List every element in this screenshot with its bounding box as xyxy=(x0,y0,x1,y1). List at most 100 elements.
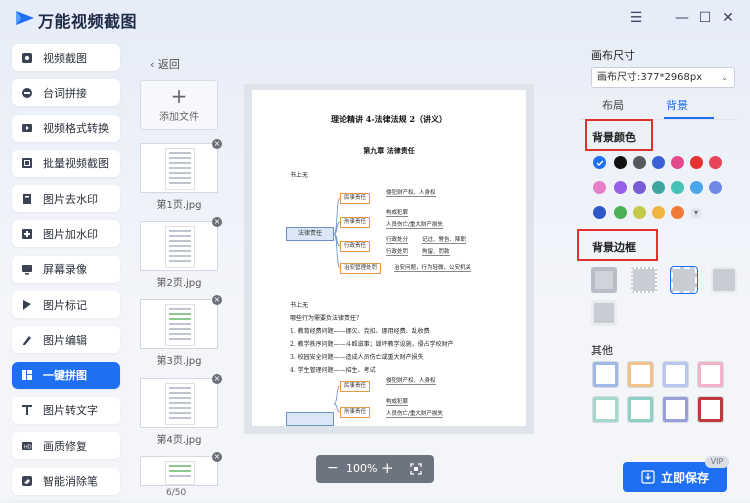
canvas-preview: 理论精讲 4-法律法规 2（讲义） 第九章 法律责任 书上无 法律责任 民事责任… xyxy=(252,90,526,426)
color-swatch[interactable] xyxy=(633,206,646,219)
frame-option[interactable] xyxy=(627,361,654,388)
minimize-button[interactable]: — xyxy=(672,8,692,28)
sidebar-item-batch-screenshot[interactable]: 批量视频截图 xyxy=(12,149,120,177)
sidebar-item-eraser[interactable]: 智能消除笔 xyxy=(12,467,120,495)
mindmap-root xyxy=(286,412,334,426)
more-colors-icon[interactable]: ▾ xyxy=(690,207,702,219)
bg-border-label: 背景边框 xyxy=(592,241,636,254)
sidebar-item-remove-watermark[interactable]: 图片去水印 xyxy=(12,185,120,213)
color-swatch[interactable] xyxy=(593,206,606,219)
frame-option[interactable] xyxy=(592,361,619,388)
menu-icon[interactable]: ☰ xyxy=(626,8,646,28)
border-style-option[interactable] xyxy=(711,267,737,293)
screen-record-icon xyxy=(20,262,34,276)
sidebar-item-image-edit[interactable]: 图片编辑 xyxy=(12,326,120,354)
tab-background[interactable]: 背景 xyxy=(666,97,688,113)
mindmap-node: 民事责任 xyxy=(340,193,371,204)
frame-option[interactable] xyxy=(697,361,724,388)
color-swatch-selected[interactable] xyxy=(593,156,606,169)
color-swatch[interactable] xyxy=(690,181,703,194)
color-swatch[interactable] xyxy=(614,156,627,169)
sidebar-item-video-convert[interactable]: 视频格式转换 xyxy=(12,114,120,142)
page-caption: 第1页.jpg xyxy=(156,200,202,211)
frame-option[interactable] xyxy=(662,361,689,388)
color-swatch[interactable] xyxy=(633,181,646,194)
sidebar-item-label: 图片标记 xyxy=(43,298,87,312)
page-counter: 6/50 xyxy=(166,488,187,498)
sidebar-item-label: 图片编辑 xyxy=(43,333,87,347)
mindmap-root: 法律责任 xyxy=(286,227,334,241)
page-caption: 第3页.jpg xyxy=(156,356,202,367)
sidebar-item-subtitle-stitch[interactable]: 台词拼接 xyxy=(12,79,120,107)
color-swatch[interactable] xyxy=(652,206,665,219)
plus-icon: + xyxy=(170,84,188,108)
fit-screen-icon[interactable] xyxy=(410,463,422,475)
canvas-size-select[interactable]: 画布尺寸:377*2968px ⌄ xyxy=(591,67,735,88)
frame-option[interactable] xyxy=(662,396,689,423)
app-logo-icon xyxy=(16,11,34,25)
page-thumbnail[interactable]: × xyxy=(140,295,222,349)
other-label: 其他 xyxy=(591,344,613,357)
sidebar-item-add-watermark[interactable]: 图片加水印 xyxy=(12,220,120,248)
mindmap-leaf: 构成犯罪 xyxy=(386,210,409,217)
chevron-down-icon: ⌄ xyxy=(721,73,728,82)
page-caption: 第4页.jpg xyxy=(156,435,202,446)
color-swatch[interactable] xyxy=(709,181,722,194)
zoom-level: 100% xyxy=(346,462,378,475)
back-link[interactable]: ‹ 返回 xyxy=(150,56,180,72)
color-swatch[interactable] xyxy=(709,156,722,169)
color-swatch[interactable] xyxy=(593,181,606,194)
sidebar-item-quality-repair[interactable]: HD 画质修复 xyxy=(12,432,120,460)
sidebar: 视频截图 台词拼接 视频格式转换 批量视频截图 图片去水印 图片加水印 屏幕录像 xyxy=(12,44,122,503)
sidebar-item-label: 视频截图 xyxy=(43,51,87,65)
color-swatch[interactable] xyxy=(614,206,627,219)
sidebar-item-label: 智能消除笔 xyxy=(43,475,98,489)
mindmap-leaf: 人员伤亡/重大财产损失 xyxy=(386,222,443,229)
remove-page-icon[interactable]: × xyxy=(212,139,222,149)
canvas-size-value: 画布尺寸:377*2968px xyxy=(597,72,703,83)
border-style-option[interactable] xyxy=(670,266,698,294)
mindmap-leaf: 行政处分 xyxy=(386,237,409,244)
frame-option[interactable] xyxy=(627,396,654,423)
add-file-button[interactable]: + 添加文件 xyxy=(140,80,218,130)
frame-option[interactable] xyxy=(697,396,724,423)
remove-page-icon[interactable]: × xyxy=(212,217,222,227)
maximize-button[interactable]: ☐ xyxy=(695,8,715,28)
color-swatch[interactable] xyxy=(671,181,684,194)
sidebar-item-screen-record[interactable]: 屏幕录像 xyxy=(12,255,120,283)
color-swatch[interactable] xyxy=(633,156,646,169)
sidebar-item-label: 图片加水印 xyxy=(43,227,98,241)
tab-layout[interactable]: 布局 xyxy=(602,97,624,113)
border-style-option[interactable] xyxy=(631,267,657,293)
doc-line: 3. 校园安全问题——造成人员伤亡或重大财产损失 xyxy=(290,354,424,361)
sidebar-item-label: 批量视频截图 xyxy=(43,157,109,171)
frame-option[interactable] xyxy=(592,396,619,423)
remove-page-icon[interactable]: × xyxy=(212,295,222,305)
sidebar-item-collage[interactable]: 一键拼图 xyxy=(12,361,120,389)
canvas-size-title: 画布尺寸 xyxy=(591,49,635,62)
page-thumbnail[interactable]: × xyxy=(140,374,222,428)
page-thumbnail[interactable]: × xyxy=(140,452,222,486)
sidebar-item-image-mark[interactable]: 图片标记 xyxy=(12,291,120,319)
sidebar-item-video-screenshot[interactable]: 视频截图 xyxy=(12,44,120,71)
zoom-in-button[interactable]: + xyxy=(381,459,394,477)
color-swatch[interactable] xyxy=(652,156,665,169)
zoom-out-button[interactable]: − xyxy=(327,460,339,476)
bg-color-label: 背景颜色 xyxy=(592,131,636,144)
color-swatch[interactable] xyxy=(690,156,703,169)
border-style-option[interactable] xyxy=(591,300,617,326)
app-title: 万能视频截图 xyxy=(38,12,138,31)
border-style-option[interactable] xyxy=(591,267,617,293)
color-swatch[interactable] xyxy=(671,156,684,169)
vip-badge: VIP xyxy=(705,456,729,468)
close-button[interactable]: ✕ xyxy=(718,8,738,28)
color-swatch[interactable] xyxy=(614,181,627,194)
save-label: 立即保存 xyxy=(660,470,709,485)
color-swatch[interactable] xyxy=(652,181,665,194)
color-swatch[interactable] xyxy=(671,206,684,219)
page-thumbnail[interactable]: × xyxy=(140,139,222,193)
remove-page-icon[interactable]: × xyxy=(212,374,222,384)
remove-page-icon[interactable]: × xyxy=(212,452,222,462)
page-thumbnail[interactable]: × xyxy=(140,217,222,271)
sidebar-item-ocr[interactable]: 图片转文字 xyxy=(12,396,120,424)
